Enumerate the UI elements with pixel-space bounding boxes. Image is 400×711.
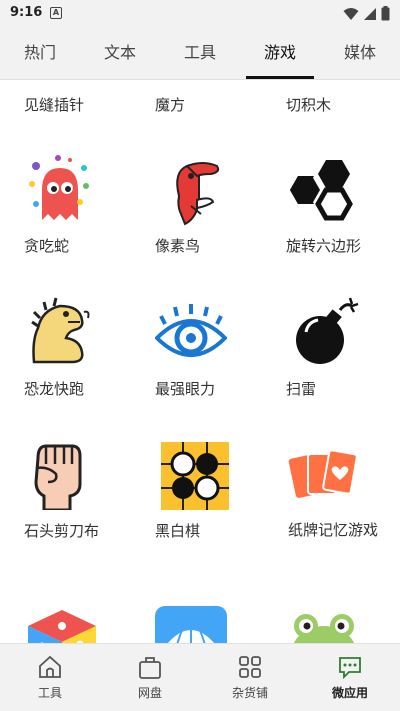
nav-label: 网盘 [137, 686, 162, 700]
home-icon [39, 655, 61, 678]
game-grid: 见缝插针 魔方 切积木 贪吃蛇 像素鸟 旋转六边形 恐龙快跑 最强眼力 扫雷 石… [0, 80, 400, 643]
game-label: 扫雷 [286, 380, 317, 398]
game-label: 黑白棋 [155, 522, 201, 540]
category-tabs: 热门 文本 工具 游戏 媒体 [0, 28, 400, 80]
game-item-rps[interactable]: 石头剪刀布 [0, 434, 133, 574]
status-bar: 9:16 A [0, 0, 400, 28]
game-item-umbrella[interactable] [133, 596, 266, 643]
bottom-nav: 工具 网盘 杂货铺 微应用 [0, 643, 400, 711]
nav-cloud-drive[interactable]: 网盘 [100, 644, 200, 711]
notification-icon: A [50, 7, 62, 19]
game-item-memory-cards[interactable]: 纸牌记忆游戏 [266, 434, 399, 574]
dinosaur-icon [31, 297, 90, 364]
nav-tools[interactable]: 工具 [0, 644, 100, 711]
nav-label: 杂货铺 [231, 686, 268, 700]
signal-icon [364, 7, 376, 20]
game-label: 纸牌记忆游戏 [288, 521, 379, 539]
game-item-hexagon[interactable]: 旋转六边形 [266, 150, 399, 270]
hexagons-icon [290, 160, 353, 221]
game-label: 恐龙快跑 [24, 380, 85, 398]
bomb-icon [296, 297, 359, 364]
tab-tools[interactable]: 工具 [160, 28, 240, 79]
game-label: 旋转六边形 [286, 237, 362, 255]
cube-icon [183, 80, 197, 82]
bag-icon [139, 657, 161, 679]
status-time: 9:16 [10, 5, 43, 20]
nav-label: 微应用 [331, 686, 368, 700]
fist-icon [34, 444, 82, 510]
tab-media[interactable]: 媒体 [320, 28, 400, 79]
wifi-icon [343, 7, 359, 20]
tab-hot[interactable]: 热门 [0, 28, 80, 79]
snake-ghost-icon [29, 155, 89, 220]
game-item-dice[interactable] [0, 596, 133, 643]
cards-icon [288, 449, 358, 498]
toucan-icon [176, 162, 220, 226]
nav-label: 工具 [37, 686, 62, 700]
game-item-blocks[interactable]: 切积木 [266, 80, 399, 120]
game-item-frog[interactable] [266, 596, 399, 643]
grid-icon [239, 656, 261, 678]
game-item-pixel-bird[interactable]: 像素鸟 [133, 150, 266, 270]
game-label: 石头剪刀布 [24, 522, 100, 540]
dice-icon [28, 610, 96, 643]
nav-micro-apps[interactable]: 微应用 [300, 644, 400, 711]
chat-icon [339, 657, 361, 680]
game-item-pin[interactable]: 见缝插针 [0, 80, 133, 120]
status-icons [343, 6, 390, 21]
nav-store[interactable]: 杂货铺 [200, 644, 300, 711]
game-item-go[interactable]: 黑白棋 [133, 434, 266, 574]
game-item-cube[interactable]: 魔方 [133, 80, 266, 120]
game-label: 见缝插针 [24, 96, 85, 114]
blocks-icon [310, 80, 350, 82]
eye-icon [155, 304, 227, 357]
game-item-minesweeper[interactable]: 扫雷 [266, 292, 399, 412]
game-label: 切积木 [286, 96, 332, 114]
game-item-dinosaur[interactable]: 恐龙快跑 [0, 292, 133, 412]
game-item-eye[interactable]: 最强眼力 [133, 292, 266, 412]
game-label: 最强眼力 [155, 380, 216, 398]
frog-icon [293, 614, 355, 643]
tab-text[interactable]: 文本 [80, 28, 160, 79]
game-label: 像素鸟 [155, 237, 201, 255]
game-label: 魔方 [155, 96, 186, 114]
game-label: 贪吃蛇 [24, 237, 70, 255]
umbrella-icon [155, 606, 227, 643]
game-item-snake[interactable]: 贪吃蛇 [0, 150, 133, 270]
tab-games[interactable]: 游戏 [240, 28, 320, 79]
battery-icon [381, 6, 390, 21]
go-board-icon [161, 442, 229, 510]
